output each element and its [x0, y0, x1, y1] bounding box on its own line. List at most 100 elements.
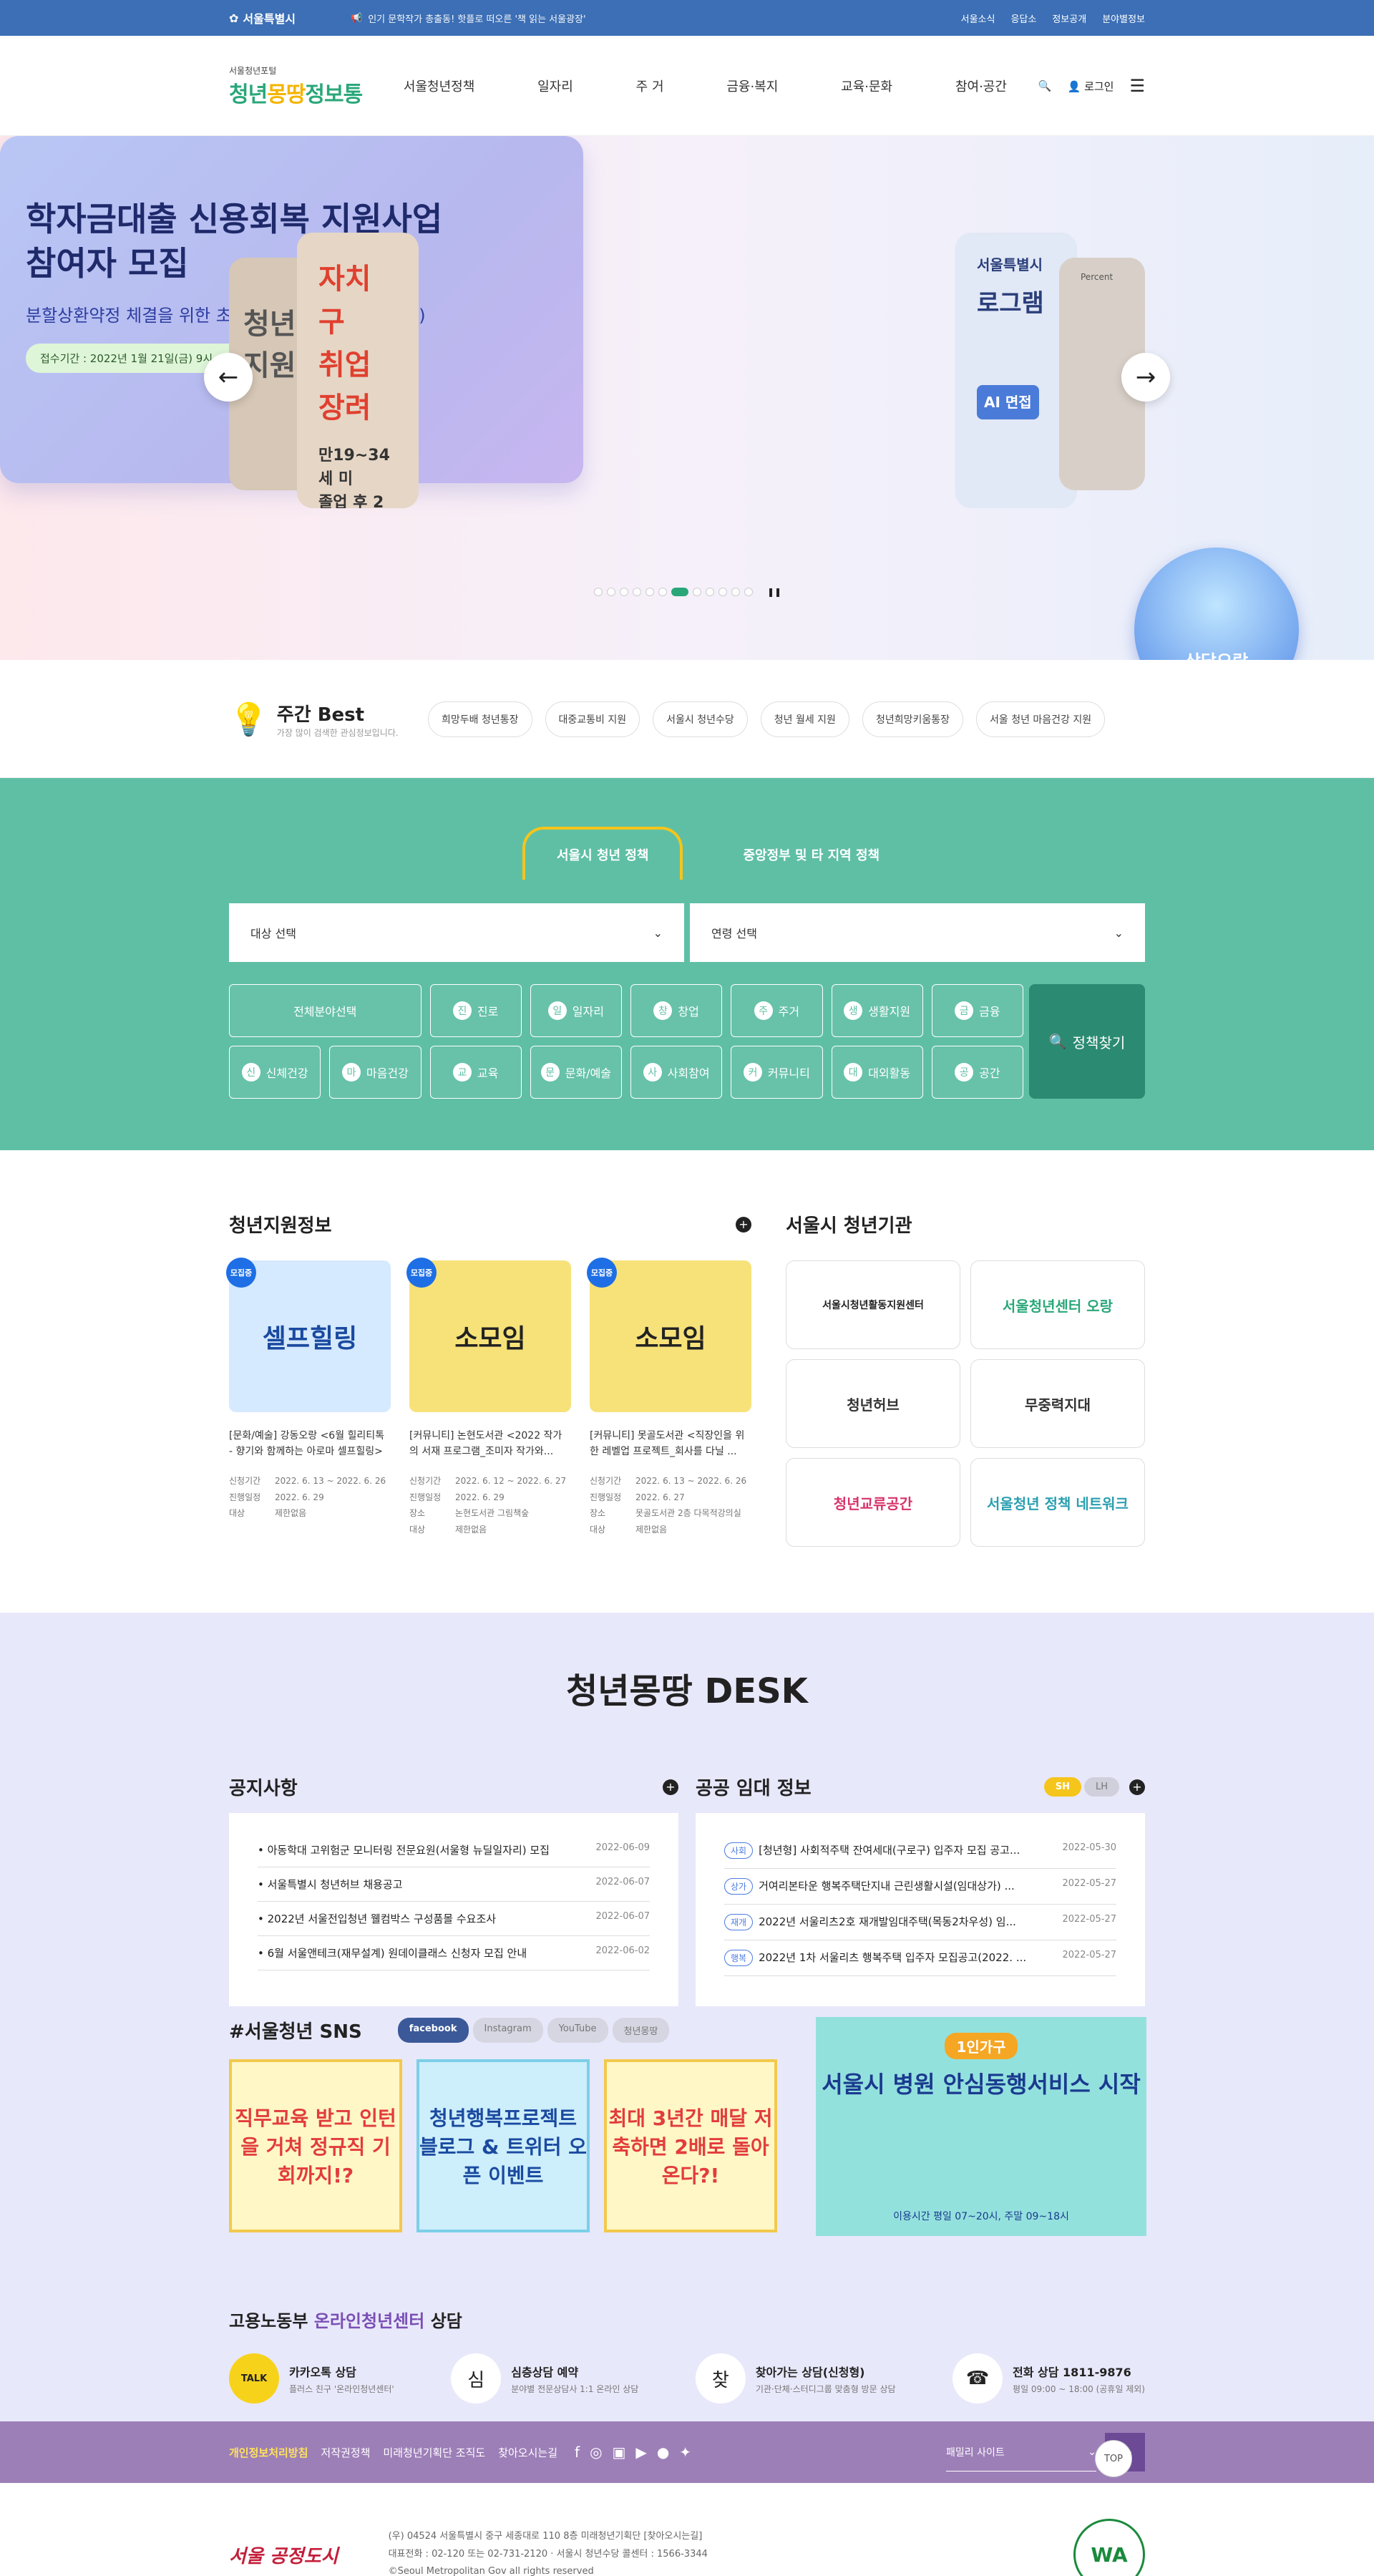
site-logo[interactable]: 서울청년포털 청년몽땅정보통: [229, 64, 372, 108]
rental-row[interactable]: 사회 [청년형] 사회적주택 잔여세대(구로구) 입주자 모집 공고... 2022…: [724, 1833, 1116, 1869]
counsel-item[interactable]: TALK 카카오톡 상담 플러스 친구 '온라인청년센터': [229, 2353, 394, 2404]
counsel-item[interactable]: ☎ 전화 상담 1811-9876 평일 09:00 ~ 18:00 (공휴일 제외…: [952, 2353, 1145, 2404]
notice-row[interactable]: • 2022년 서울전입청년 웰컴박스 구성품몰 수요조사 2022-06-07: [258, 1902, 650, 1936]
login-button[interactable]: 👤 로그인: [1068, 79, 1114, 94]
carousel-card-left[interactable]: 자치구취업장려만19~34세 미졸업 후 2년 이: [297, 233, 419, 508]
hamburger-menu-icon[interactable]: ☰: [1129, 76, 1145, 96]
best-chip[interactable]: 희망두배 청년통장: [428, 701, 532, 737]
carousel-dot[interactable]: [620, 588, 628, 596]
org-card[interactable]: 서울시청년활동지원센터: [786, 1260, 960, 1349]
field-button-2[interactable]: 창 창업: [630, 984, 723, 1037]
sns-post[interactable]: 청년행복프로젝트 블로그 & 트위터 오픈 이벤트: [416, 2059, 590, 2232]
field-button-9[interactable]: 문 문화/예술: [530, 1046, 622, 1099]
instagram-icon[interactable]: ◎: [590, 2444, 602, 2461]
nav-participation[interactable]: 참여·공간: [955, 77, 1007, 95]
field-button-1[interactable]: 일 일자리: [530, 984, 622, 1037]
field-button-13[interactable]: 공 공간: [931, 1046, 1023, 1099]
tab-lh[interactable]: LH: [1083, 1777, 1119, 1797]
field-button-11[interactable]: 커 커뮤니티: [731, 1046, 823, 1099]
field-button-4[interactable]: 생 생활지원: [831, 984, 923, 1037]
carousel-dot[interactable]: [658, 588, 667, 596]
best-chip[interactable]: 서울시 청년수당: [653, 701, 748, 737]
rental-row[interactable]: 재개 2022년 서울리츠2호 재개발임대주택(목동2차우성) 임... 2022-…: [724, 1905, 1116, 1940]
field-button-12[interactable]: 대 대외활동: [831, 1046, 923, 1099]
field-button-8[interactable]: 교 교육: [429, 1046, 522, 1099]
facebook-icon[interactable]: f: [575, 2444, 580, 2461]
carousel-next-arrow-icon[interactable]: →: [1121, 353, 1170, 402]
org-card[interactable]: 서울청년센터 오랑: [970, 1260, 1145, 1349]
seoul-city-logo[interactable]: ✿ 서울특별시: [229, 9, 351, 26]
field-button-10[interactable]: 사 사회참여: [630, 1046, 723, 1099]
link-copyright[interactable]: 저작권정책: [321, 2445, 370, 2460]
carousel-dot[interactable]: [671, 588, 688, 596]
family-site-select[interactable]: 패밀리 사이트 ⌄: [946, 2433, 1096, 2471]
best-chip[interactable]: 청년 월세 지원: [760, 701, 849, 737]
best-chip[interactable]: 대중교통비 지원: [545, 701, 640, 737]
carousel-dot[interactable]: [594, 588, 603, 596]
link-eungdapso[interactable]: 응답소: [1010, 11, 1036, 25]
support-card[interactable]: 소모임 모집중 [커뮤니티] 못골도서관 <직장인을 위한 레벨업 프로젝트_회사를…: [587, 1258, 751, 1538]
nav-education[interactable]: 교육·문화: [841, 77, 892, 95]
more-plus-icon[interactable]: +: [736, 1216, 751, 1233]
chatbot-counsel-button[interactable]: 상담오랑→: [1134, 548, 1299, 660]
tab-facebook[interactable]: facebook: [397, 2018, 469, 2043]
youtube-icon[interactable]: ▶: [635, 2444, 646, 2461]
blog-icon[interactable]: ▣: [613, 2444, 626, 2461]
tab-youtube[interactable]: YouTube: [547, 2018, 608, 2043]
more-plus-icon[interactable]: +: [1129, 1779, 1145, 1795]
link-org-chart[interactable]: 미래청년기획단 조직도: [383, 2445, 485, 2460]
tab-national-policy[interactable]: 중앙정부 및 타 지역 정책: [711, 830, 911, 880]
find-policy-button[interactable]: 🔍 정책찾기: [1029, 984, 1145, 1099]
notice-row[interactable]: • 아동학대 고위험군 모니터링 전문요원(서울형 뉴딜일자리) 모집 2022-…: [258, 1833, 650, 1867]
field-button-0[interactable]: 진 진로: [429, 984, 522, 1037]
scroll-top-button[interactable]: TOP: [1095, 2440, 1132, 2477]
carousel-dot[interactable]: [645, 588, 654, 596]
link-field-info[interactable]: 분야별정보: [1102, 11, 1145, 25]
support-card[interactable]: 소모임 모집중 [커뮤니티] 논현도서관 <2022 작가의 서재 프로그램_조미자…: [406, 1258, 571, 1538]
talk-icon[interactable]: ●: [657, 2444, 669, 2461]
link-privacy[interactable]: 개인정보처리방침: [229, 2445, 308, 2460]
org-card[interactable]: 무중력지대: [970, 1359, 1145, 1448]
sns-post[interactable]: 최대 3년간 매달 저축하면 2배로 돌아온다?!: [604, 2059, 777, 2232]
best-chip[interactable]: 서울 청년 마음건강 지원: [975, 701, 1106, 737]
nav-housing[interactable]: 주 거: [636, 77, 664, 95]
all-fields-button[interactable]: 전체분야선택: [229, 984, 422, 1037]
nav-policy[interactable]: 서울청년정책: [404, 77, 474, 95]
tab-blog[interactable]: 청년몽땅: [612, 2018, 670, 2043]
twitter-icon[interactable]: ✦: [679, 2444, 691, 2461]
counsel-item[interactable]: 심 심층상담 예약 분야별 전문상담사 1:1 온라인 상담: [451, 2353, 638, 2404]
field-button-6[interactable]: 신 신체건강: [229, 1046, 321, 1099]
org-card[interactable]: 서울청년 정책 네트워크: [970, 1458, 1145, 1547]
tab-instagram[interactable]: Instagram: [472, 2018, 543, 2043]
link-info-open[interactable]: 정보공개: [1052, 11, 1086, 25]
sns-post[interactable]: 직무교육 받고 인턴을 거쳐 정규직 기회까지!?: [229, 2059, 402, 2232]
field-button-7[interactable]: 마 마음건강: [329, 1046, 422, 1099]
tab-sh[interactable]: SH: [1043, 1777, 1081, 1797]
target-select[interactable]: 대상 선택 ⌄: [229, 903, 684, 962]
org-card[interactable]: 청년교류공간: [786, 1458, 960, 1547]
nav-finance[interactable]: 금융·복지: [726, 77, 778, 95]
notice-row[interactable]: • 서울특별시 청년허브 채용공고 2022-06-07: [258, 1867, 650, 1902]
notice-ticker[interactable]: 📢 인기 문학작가 총출동! 핫플로 떠오른 '책 읽는 서울광장': [351, 11, 961, 25]
best-chip[interactable]: 청년희망키움통장: [862, 701, 963, 737]
more-plus-icon[interactable]: +: [663, 1779, 678, 1795]
link-directions[interactable]: 찾아오시는길: [498, 2445, 557, 2460]
tab-seoul-policy[interactable]: 서울시 청년 정책: [522, 827, 683, 880]
support-card[interactable]: 셀프힐링 모집중 [문화/예술] 강동오랑 <6월 힐리티톡 - 향기와 함께하는 …: [226, 1258, 391, 1538]
org-card[interactable]: 청년허브: [786, 1359, 960, 1448]
pause-icon[interactable]: ❚❚: [767, 587, 781, 597]
link-seoul-news[interactable]: 서울소식: [961, 11, 995, 25]
hospital-service-banner[interactable]: 1인가구 서울시 병원 안심동행서비스 시작 이용시간 평일 07~20시, 주…: [816, 2017, 1146, 2236]
carousel-prev-arrow-icon[interactable]: ←: [204, 353, 253, 402]
carousel-dot[interactable]: [706, 588, 714, 596]
field-button-5[interactable]: 금 금융: [931, 984, 1023, 1037]
age-select[interactable]: 연령 선택 ⌄: [690, 903, 1145, 962]
carousel-dot[interactable]: [731, 588, 740, 596]
counsel-item[interactable]: 찾 찾아가는 상담(신청형) 기관·단체·스터디그룹 맞춤형 방문 상담: [695, 2353, 896, 2404]
carousel-dot[interactable]: [718, 588, 727, 596]
notice-row[interactable]: • 6월 서울앤테크(재무설계) 원데이클래스 신청자 모집 안내 2022-06…: [258, 1936, 650, 1970]
rental-row[interactable]: 행복 2022년 1차 서울리츠 행복주택 입주자 모집공고(2022. ... 2…: [724, 1940, 1116, 1976]
carousel-dot[interactable]: [744, 588, 753, 596]
nav-jobs[interactable]: 일자리: [537, 77, 573, 95]
field-button-3[interactable]: 주 주거: [731, 984, 823, 1037]
